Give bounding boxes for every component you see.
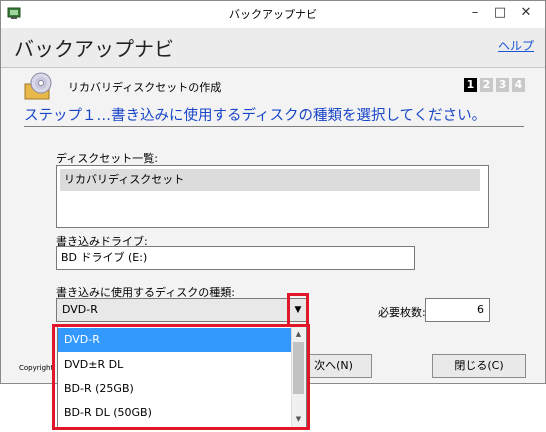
- subheader-title: リカバリディスクセットの作成: [68, 81, 222, 94]
- disc-folder-icon: [24, 72, 52, 100]
- maximize-icon[interactable]: □: [491, 5, 509, 21]
- disc-type-selected-value: DVD-R: [62, 303, 98, 316]
- close-icon[interactable]: ✕: [517, 5, 535, 21]
- disc-set-label: ディスクセット一覧:: [56, 152, 158, 165]
- required-count-field: 6: [425, 298, 490, 322]
- step-4-indicator: 4: [512, 78, 525, 92]
- help-link[interactable]: ヘルプ: [498, 37, 534, 54]
- window-title: バックアップナビ: [229, 8, 317, 21]
- disc-set-item[interactable]: リカバリディスクセット: [60, 169, 480, 191]
- app-title: バックアップナビ: [14, 37, 174, 61]
- arrow-highlight-box: [287, 293, 309, 327]
- dropdown-highlight-box: [52, 324, 310, 430]
- required-count-label: 必要枚数:: [378, 306, 426, 319]
- minimize-icon[interactable]: –: [466, 5, 484, 21]
- step-3-indicator: 3: [496, 78, 509, 92]
- step-2-indicator: 2: [480, 78, 493, 92]
- step-heading: ステップ１…書き込みに使用するディスクの種類を選択してください。: [24, 108, 487, 124]
- heading-divider: [24, 126, 524, 127]
- drive-field: BD ドライブ (E:): [56, 246, 415, 270]
- copyright-text: Copyright: [19, 364, 54, 372]
- step-1-indicator: 1: [464, 78, 477, 92]
- close-button[interactable]: 閉じる(C): [432, 354, 526, 378]
